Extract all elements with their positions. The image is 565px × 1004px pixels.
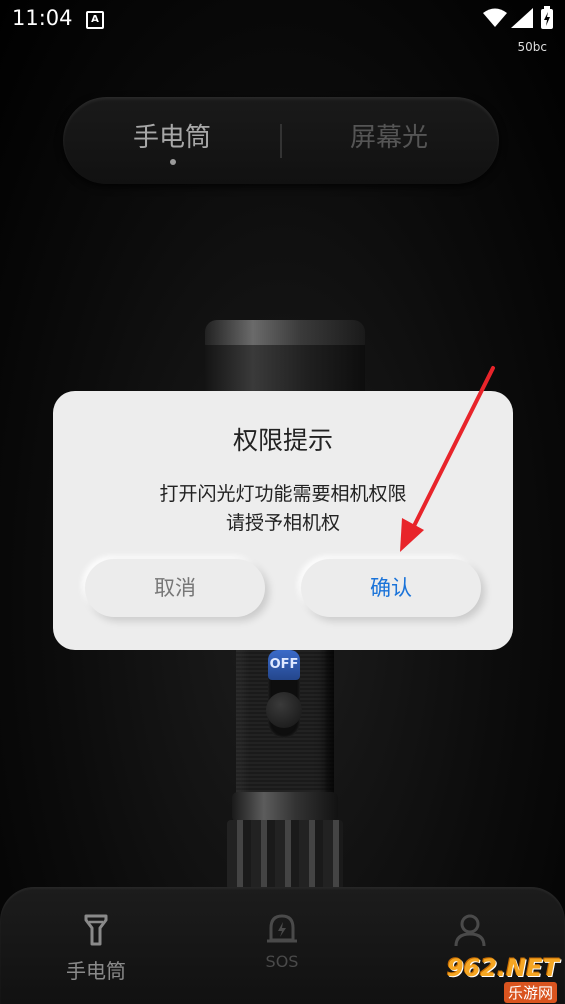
status-time: 11:04	[12, 6, 73, 30]
red-arrow-annotation	[400, 366, 495, 552]
nav-item-flashlight[interactable]: 手电筒	[58, 912, 134, 984]
status-bar: 11:04 A 50bc	[0, 0, 565, 54]
watermark-logo-text: 962.NET	[446, 954, 559, 982]
nav-item-profile[interactable]	[448, 912, 492, 952]
flashlight-tail	[227, 820, 343, 890]
mode-switch: 手电筒 屏幕光	[63, 97, 499, 184]
nav-item-sos[interactable]: SOS	[252, 912, 312, 971]
watermark-subtitle: 乐游网	[503, 982, 557, 1003]
flashlight-tail-ring	[232, 792, 338, 822]
site-watermark: 962.NET 乐游网	[428, 952, 565, 1004]
profile-icon	[454, 914, 486, 947]
tab-divider	[280, 124, 282, 158]
battery-icon	[541, 6, 553, 29]
flashlight-icon	[84, 914, 108, 946]
wifi-icon	[483, 8, 507, 27]
flashlight-cap	[205, 320, 365, 348]
cancel-button[interactable]: 取消	[85, 559, 265, 617]
confirm-button[interactable]: 确认	[301, 559, 481, 617]
sos-icon	[267, 914, 297, 943]
nav-label-sos: SOS	[265, 952, 299, 971]
nav-label-flashlight: 手电筒	[66, 959, 126, 983]
flashlight-power-button[interactable]	[266, 692, 302, 728]
notification-icon: A	[86, 11, 104, 29]
signal-icon	[511, 8, 533, 28]
net-speed: 50bc	[517, 40, 547, 54]
tab-flashlight[interactable]: 手电筒	[133, 117, 211, 154]
active-tab-indicator	[170, 159, 176, 165]
tab-screen-light[interactable]: 屏幕光	[350, 117, 428, 154]
app-screen: 11:04 A 50bc 手电筒 屏幕光 OFF 权限提示 打开闪光灯功能需要相…	[0, 0, 565, 1004]
flashlight-off-label: OFF	[268, 650, 300, 680]
